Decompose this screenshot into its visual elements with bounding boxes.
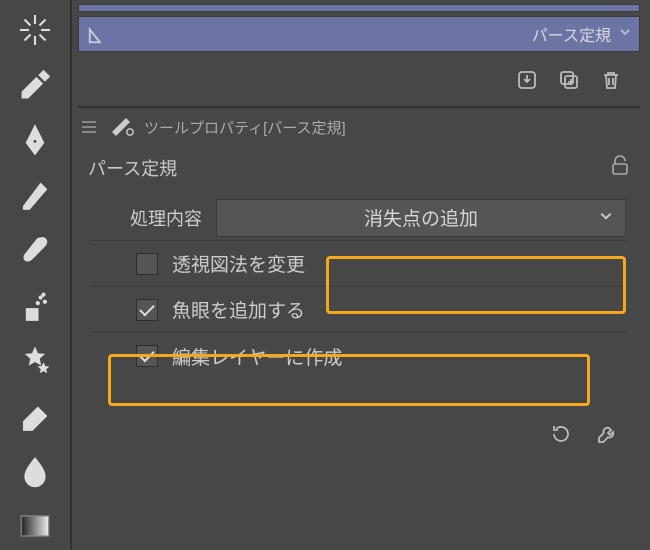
gradient-tool[interactable] (11, 503, 59, 550)
subtool-row-prev[interactable] (78, 4, 640, 12)
settings-list: 処理内容 消失点の追加 透視図法を変更 魚眼を追加する 編集レイヤーに作成 (78, 189, 640, 379)
airbrush-tool[interactable] (11, 282, 59, 329)
main-area: パース定規 ツールプロパティ[パース定規] パース定規 (72, 0, 650, 550)
decoration-tool[interactable] (11, 337, 59, 384)
add-fisheye-checkbox[interactable] (136, 299, 158, 321)
subtool-selector[interactable]: パース定規 (78, 16, 640, 52)
panel-footer (78, 419, 640, 449)
create-on-edit-row: 編集レイヤーに作成 (92, 333, 626, 379)
panel-header-text: ツールプロパティ[パース定規] (144, 117, 346, 138)
brush-settings-icon[interactable] (108, 114, 136, 140)
reset-icon[interactable] (546, 419, 576, 449)
lock-icon[interactable] (610, 154, 630, 181)
add-fisheye-row: 魚眼を追加する (92, 287, 626, 333)
create-on-edit-label: 編集レイヤーに作成 (172, 343, 342, 370)
perspective-ruler-icon (85, 21, 111, 47)
pen-tool[interactable] (11, 116, 59, 163)
eyedropper-tool[interactable] (11, 61, 59, 108)
panel-menu-icon[interactable] (82, 118, 100, 136)
change-perspective-checkbox[interactable] (136, 253, 158, 275)
tool-property-panel: ツールプロパティ[パース定規] パース定規 処理内容 消失点の追加 透視図法を (78, 106, 640, 449)
magic-wand-tool[interactable] (11, 6, 59, 53)
chevron-down-icon (599, 207, 613, 229)
create-on-edit-checkbox[interactable] (136, 345, 158, 367)
pencil-tool[interactable] (11, 172, 59, 219)
trash-icon[interactable] (596, 65, 626, 95)
duplicate-icon[interactable] (554, 65, 584, 95)
tool-sidebar (0, 0, 72, 550)
blend-tool[interactable] (11, 448, 59, 495)
subtool-label: パース定規 (121, 22, 619, 46)
change-perspective-label: 透視図法を変更 (172, 250, 305, 277)
process-dropdown[interactable]: 消失点の追加 (216, 199, 626, 237)
panel-title: パース定規 (88, 155, 177, 181)
eraser-tool[interactable] (11, 392, 59, 439)
chevron-down-icon (619, 25, 633, 43)
change-perspective-row: 透視図法を変更 (92, 241, 626, 287)
wrench-icon[interactable] (592, 419, 622, 449)
brush-tool[interactable] (11, 227, 59, 274)
add-fisheye-label: 魚眼を追加する (172, 296, 305, 323)
process-row: 処理内容 消失点の追加 (92, 195, 626, 241)
subtool-actions (78, 58, 640, 102)
import-icon[interactable] (512, 65, 542, 95)
process-value: 消失点の追加 (364, 204, 478, 231)
process-label: 処理内容 (92, 205, 202, 231)
